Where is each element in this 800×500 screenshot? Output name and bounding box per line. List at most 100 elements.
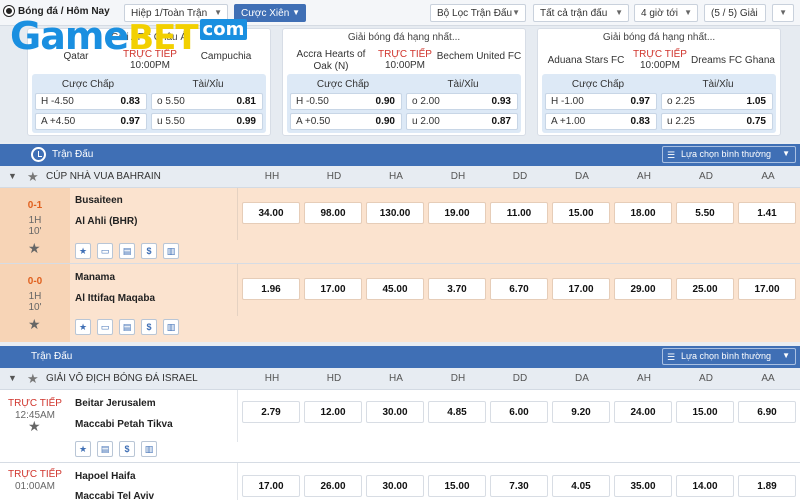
odds-cell[interactable]: A +0.50 0.90 xyxy=(290,113,402,130)
field-icon[interactable]: ▭ xyxy=(97,243,113,259)
odds-button[interactable]: 34.00 xyxy=(242,202,300,224)
league-header[interactable]: ▼ ★ GIẢI VÔ ĐỊCH BÓNG ĐÁ ISRAEL HH HD HA… xyxy=(0,368,800,390)
star-icon[interactable]: ★ xyxy=(28,418,41,435)
sort-select[interactable]: ☰ Lựa chọn bình thường ▼ xyxy=(662,348,796,365)
star-icon[interactable]: ★ xyxy=(28,316,41,333)
featured-card[interactable]: Giải bóng đá hạng nhất... Accra Hearts o… xyxy=(282,28,526,136)
odds-cell[interactable]: u 5.50 0.99 xyxy=(151,113,263,130)
odds-cell[interactable]: o 2.25 1.05 xyxy=(661,93,773,110)
away-team[interactable]: Maccabi Tel Aviv xyxy=(75,491,154,500)
stats-chart-icon[interactable]: ▥ xyxy=(141,441,157,457)
league-header[interactable]: ▼ ★ CÚP NHÀ VUA BAHRAIN HH HD HA DH DD D… xyxy=(0,166,800,188)
dollar-icon[interactable]: $ xyxy=(141,319,157,335)
odds-button[interactable]: 4.05 xyxy=(552,475,610,497)
odds-button[interactable]: 17.00 xyxy=(304,278,362,300)
odds-button[interactable]: 17.00 xyxy=(552,278,610,300)
odds-button[interactable]: 15.00 xyxy=(428,475,486,497)
star-icon[interactable]: ★ xyxy=(27,169,39,185)
away-team[interactable]: Al Ahli (BHR) xyxy=(75,216,137,227)
stats-chart-icon[interactable]: ▥ xyxy=(163,243,179,259)
odds-button[interactable]: 12.00 xyxy=(304,401,362,423)
collapse-chevron-icon[interactable]: ▼ xyxy=(8,373,17,383)
odds-cell[interactable]: A +1.00 0.83 xyxy=(545,113,657,130)
odds-cell[interactable]: H -4.50 0.83 xyxy=(35,93,147,110)
odds-cell[interactable]: o 5.50 0.81 xyxy=(151,93,263,110)
scoreboard-icon[interactable]: ▤ xyxy=(119,319,135,335)
star-icon[interactable]: ★ xyxy=(28,240,41,257)
settings-dropdown[interactable]: ▼ xyxy=(772,4,794,22)
home-team[interactable]: Manama xyxy=(75,272,115,283)
odds-button[interactable]: 7.30 xyxy=(490,475,548,497)
odds-button[interactable]: 30.00 xyxy=(366,475,424,497)
all-matches-dropdown[interactable]: Tất cả trận đấu ▼ xyxy=(533,4,629,22)
odds-button[interactable]: 11.00 xyxy=(490,202,548,224)
scoreboard-icon[interactable]: ▤ xyxy=(97,441,113,457)
column-header: HA xyxy=(389,171,403,182)
stats-chart-icon[interactable]: ▥ xyxy=(163,319,179,335)
odds-cell[interactable]: A +4.50 0.97 xyxy=(35,113,147,130)
home-team[interactable]: Hapoel Haifa xyxy=(75,471,136,482)
home-team[interactable]: Beitar Jerusalem xyxy=(75,398,156,409)
favorite-star-icon[interactable]: ★ xyxy=(75,441,91,457)
odds-button[interactable]: 35.00 xyxy=(614,475,672,497)
odds-button[interactable]: 17.00 xyxy=(738,278,796,300)
dollar-icon[interactable]: $ xyxy=(119,441,135,457)
odds-cell[interactable]: u 2.00 0.87 xyxy=(406,113,518,130)
odds-button[interactable]: 29.00 xyxy=(614,278,672,300)
odds-button[interactable]: 1.89 xyxy=(738,475,796,497)
odds-button[interactable]: 25.00 xyxy=(676,278,734,300)
odds-cell[interactable]: u 2.25 0.75 xyxy=(661,113,773,130)
odds-button[interactable]: 26.00 xyxy=(304,475,362,497)
odds-button[interactable]: 30.00 xyxy=(366,401,424,423)
featured-card[interactable]: Giải bóng đá hạng nhất... Aduana Stars F… xyxy=(537,28,781,136)
odds-cell[interactable]: o 2.00 0.93 xyxy=(406,93,518,110)
league-count-dropdown[interactable]: (5 / 5) Giải xyxy=(704,4,766,22)
matches-section-header: Trận Đấu ☰ Lựa chọn bình thường ▼ xyxy=(0,346,800,368)
home-team[interactable]: Busaiteen xyxy=(75,195,123,206)
away-team[interactable]: Maccabi Petah Tikva xyxy=(75,419,173,430)
card-away-team: Bechem United FC xyxy=(436,51,522,62)
scoreboard-icon[interactable]: ▤ xyxy=(119,243,135,259)
odds-button[interactable]: 45.00 xyxy=(366,278,424,300)
column-header: HA xyxy=(389,373,403,384)
odds-button[interactable]: 9.20 xyxy=(552,401,610,423)
odds-button[interactable]: 2.79 xyxy=(242,401,300,423)
column-header: AH xyxy=(637,373,651,384)
time-range-dropdown[interactable]: 4 giờ tới ▼ xyxy=(634,4,698,22)
odds-cell[interactable]: H -0.50 0.90 xyxy=(290,93,402,110)
odds-cell[interactable]: H -1.00 0.97 xyxy=(545,93,657,110)
match-filter-dropdown[interactable]: Bộ Lọc Trận Đấu ▼ xyxy=(430,4,526,22)
collapse-chevron-icon[interactable]: ▼ xyxy=(8,171,17,181)
odds-button[interactable]: 24.00 xyxy=(614,401,672,423)
odds-button[interactable]: 130.00 xyxy=(366,202,424,224)
column-header: HD xyxy=(326,373,342,384)
odds-button[interactable]: 18.00 xyxy=(614,202,672,224)
odds-button[interactable]: 1.96 xyxy=(242,278,300,300)
odds-button[interactable]: 17.00 xyxy=(242,475,300,497)
odds-button[interactable]: 15.00 xyxy=(676,401,734,423)
match-period: 1H 10' xyxy=(28,291,42,313)
odds-button[interactable]: 19.00 xyxy=(428,202,486,224)
league-name: CÚP NHÀ VUA BAHRAIN xyxy=(46,171,161,182)
away-team[interactable]: Al Ittifaq Maqaba xyxy=(75,293,155,304)
dollar-icon[interactable]: $ xyxy=(141,243,157,259)
favorite-star-icon[interactable]: ★ xyxy=(75,319,91,335)
odds-button[interactable]: 5.50 xyxy=(676,202,734,224)
odds-button[interactable]: 6.90 xyxy=(738,401,796,423)
match-score: 0-1 xyxy=(27,200,43,211)
star-icon[interactable]: ★ xyxy=(27,371,39,387)
sort-select[interactable]: ☰ Lựa chọn bình thường ▼ xyxy=(662,146,796,163)
column-header: HH xyxy=(264,373,280,384)
clock-icon[interactable] xyxy=(31,147,46,162)
odds-button[interactable]: 3.70 xyxy=(428,278,486,300)
odds-button[interactable]: 4.85 xyxy=(428,401,486,423)
odds-button[interactable]: 15.00 xyxy=(552,202,610,224)
odds-button[interactable]: 98.00 xyxy=(304,202,362,224)
odds-button[interactable]: 6.70 xyxy=(490,278,548,300)
field-icon[interactable]: ▭ xyxy=(97,319,113,335)
chevron-down-icon: ▼ xyxy=(512,8,520,17)
favorite-star-icon[interactable]: ★ xyxy=(75,243,91,259)
odds-button[interactable]: 6.00 xyxy=(490,401,548,423)
odds-button[interactable]: 1.41 xyxy=(738,202,796,224)
odds-button[interactable]: 14.00 xyxy=(676,475,734,497)
